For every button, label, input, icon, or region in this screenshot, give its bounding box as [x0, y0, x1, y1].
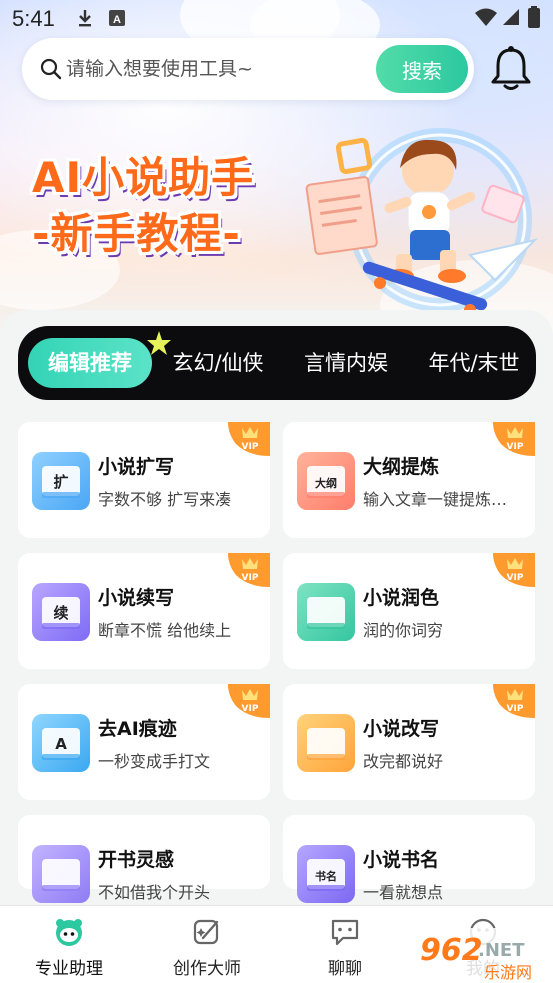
search-bar: 搜索 [22, 38, 474, 100]
banner-title-line2: -新手教程- [32, 209, 241, 258]
watermark-brand: 962 [420, 933, 483, 968]
tool-title: 去AI痕迹 [98, 718, 177, 740]
tab-romance[interactable]: 言情内娱 [288, 338, 404, 388]
wifi-icon [475, 8, 497, 26]
svg-text:.NET: .NET [478, 940, 525, 961]
book-title-icon: 书名 [297, 845, 355, 903]
tool-desc: 改完都说好 [363, 752, 444, 771]
vip-label: VIP [242, 442, 259, 452]
tool-card[interactable]: 小说改写改完都说好 VIP [283, 684, 535, 800]
tool-card[interactable]: A 去AI痕迹一秒变成手打文 VIP [18, 684, 270, 800]
tool-desc: 一看就想点 [363, 883, 444, 902]
vip-label: VIP [242, 573, 259, 583]
banner-title[interactable]: AI小说助手 -新手教程- [32, 150, 254, 262]
vip-label: VIP [507, 573, 524, 583]
tool-title: 开书灵感 [98, 849, 175, 871]
outline-document-icon: 大纲 [297, 452, 355, 510]
tab-label: 玄幻/仙侠 [172, 351, 264, 375]
tab-editor-picks[interactable]: 编辑推荐 [28, 338, 152, 388]
vip-badge-icon: VIP [228, 553, 270, 587]
creator-icon [193, 919, 219, 945]
book-expand-icon: 扩 [32, 452, 90, 510]
vip-badge-icon: VIP [228, 422, 270, 456]
vip-badge-icon: VIP [493, 553, 535, 587]
tool-desc: 输入文章一键提炼… [363, 490, 508, 509]
tool-desc: 润的你词穷 [363, 621, 444, 640]
app-notification-icon: A [109, 10, 125, 26]
tool-card[interactable]: 大纲 大纲提炼输入文章一键提炼… VIP [283, 422, 535, 538]
nav-label: 创作大师 [173, 959, 241, 979]
vip-label: VIP [507, 704, 524, 714]
tool-title: 大纲提炼 [363, 456, 440, 478]
status-time: 5:41 [12, 6, 55, 31]
tab-label: 编辑推荐 [48, 351, 132, 375]
tool-card[interactable]: 续 小说续写断章不慌 给他续上 VIP [18, 553, 270, 669]
nav-assistant[interactable]: 专业助理 [0, 906, 138, 983]
vip-badge-icon: VIP [228, 684, 270, 718]
icon-glyph: A [55, 735, 67, 753]
tab-fantasy[interactable]: 玄幻/仙侠 [160, 338, 276, 388]
status-bar: 5:41 A [0, 0, 553, 36]
tool-card[interactable]: 小说润色润的你词穷 VIP [283, 553, 535, 669]
tool-card[interactable]: 开书灵感不如借我个开头 [18, 815, 270, 903]
skateboarder-illustration [305, 137, 539, 310]
vip-label: VIP [242, 704, 259, 714]
tool-desc: 字数不够 扩写来凑 [98, 490, 232, 509]
tab-label: 年代/末世 [428, 351, 520, 375]
signal-icon [503, 9, 519, 25]
lightbulb-book-icon [32, 845, 90, 903]
battery-icon [528, 6, 540, 28]
tool-title: 小说扩写 [98, 456, 175, 478]
tool-title: 小说润色 [363, 587, 440, 609]
icon-glyph: 书名 [315, 869, 337, 883]
vip-badge-icon: VIP [493, 422, 535, 456]
tool-card[interactable]: 书名 小说书名一看就想点 [283, 815, 535, 903]
chat-icon [331, 919, 359, 946]
tool-desc: 不如借我个开头 [98, 883, 211, 902]
category-tabs: 编辑推荐 玄幻/仙侠 言情内娱 年代/末世 [18, 326, 536, 400]
search-icon [40, 58, 62, 80]
watermark-logo: 962 .NET 乐游网 [412, 928, 553, 983]
icon-glyph: 续 [53, 604, 68, 622]
nav-creator[interactable]: 创作大师 [138, 906, 276, 983]
search-button[interactable]: 搜索 [376, 45, 468, 93]
icon-glyph: 大纲 [315, 476, 337, 490]
assistant-icon [56, 919, 82, 946]
tab-era-apocalypse[interactable]: 年代/末世 [416, 338, 532, 388]
tool-title: 小说改写 [363, 718, 440, 740]
rewrite-pencil-icon [297, 714, 355, 772]
tool-title: 小说续写 [98, 587, 175, 609]
book-continue-icon: 续 [32, 583, 90, 641]
nav-chat[interactable]: 聊聊 [276, 906, 414, 983]
watermark-sub: 乐游网 [484, 963, 532, 982]
nav-label: 专业助理 [35, 959, 103, 979]
icon-glyph: 扩 [53, 473, 68, 491]
de-ai-book-icon: A [32, 714, 90, 772]
tool-title: 小说书名 [363, 849, 440, 871]
tool-desc: 一秒变成手打文 [98, 752, 211, 771]
nav-label: 聊聊 [328, 959, 362, 979]
banner-title-line1: AI小说助手 [32, 153, 255, 202]
tab-label: 言情内娱 [304, 351, 388, 375]
tool-desc: 断章不慌 给他续上 [98, 621, 232, 640]
search-input[interactable] [66, 52, 366, 86]
download-icon [79, 10, 91, 27]
svg-text:A: A [113, 14, 121, 26]
vip-badge-icon: VIP [493, 684, 535, 718]
book-polish-icon [297, 583, 355, 641]
vip-label: VIP [507, 442, 524, 452]
tool-card[interactable]: 扩 小说扩写字数不够 扩写来凑 VIP [18, 422, 270, 538]
bell-icon[interactable] [488, 44, 534, 92]
